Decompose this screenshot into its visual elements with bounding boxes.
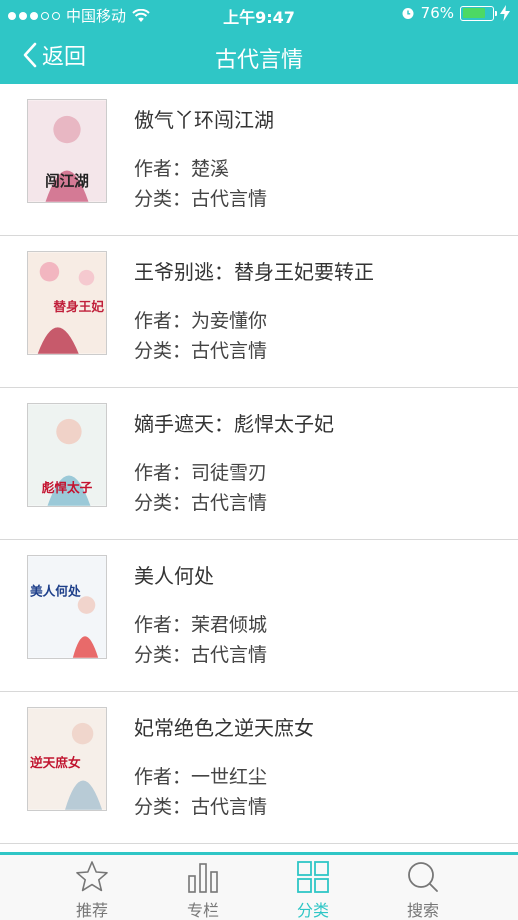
book-author: 作者：一世红尘 — [134, 766, 268, 788]
cover-lettering: 逆天庶女 — [30, 755, 81, 770]
book-list[interactable]: 闯江湖 傲气丫环闯江湖 作者：楚溪 分类：古代言情 替身王妃 王爷别逃：替身王妃… — [0, 84, 518, 852]
back-label: 返回 — [42, 45, 87, 70]
tab-label: 搜索 — [406, 901, 439, 920]
book-title: 王爷别逃：替身王妃要转正 — [134, 260, 374, 284]
book-cover[interactable]: 替身王妃 — [27, 251, 107, 355]
book-category: 分类：古代言情 — [134, 796, 268, 818]
battery-icon — [460, 5, 497, 21]
book-category: 分类：古代言情 — [134, 492, 268, 514]
battery-percent: 76% — [420, 4, 454, 22]
tab-column[interactable]: 专栏 — [158, 855, 248, 920]
tab-category[interactable]: 分类 — [268, 855, 358, 920]
search-icon — [408, 862, 438, 892]
book-title: 美人何处 — [134, 564, 214, 588]
book-cover[interactable]: 逆天庶女 — [27, 707, 107, 811]
book-category: 分类：古代言情 — [134, 188, 268, 210]
tab-label: 专栏 — [186, 901, 219, 920]
chevron-left-icon — [23, 42, 37, 68]
book-row-1[interactable]: 闯江湖 傲气丫环闯江湖 作者：楚溪 分类：古代言情 — [0, 84, 518, 236]
cover-lettering: 美人何处 — [30, 583, 81, 598]
back-button[interactable]: 返回 — [22, 38, 86, 72]
tab-search[interactable]: 搜索 — [378, 855, 468, 920]
book-cover[interactable]: 彪悍太子 — [27, 403, 107, 507]
cover-image-icon: 闯江湖 — [28, 100, 106, 202]
cover-image-icon: 彪悍太子 — [28, 404, 106, 506]
cover-image-icon: 美人何处 — [28, 556, 106, 658]
bar-chart-icon — [188, 863, 218, 893]
cover-lettering: 彪悍太子 — [42, 480, 93, 495]
cover-image-icon: 替身王妃 — [28, 252, 106, 354]
book-category: 分类：古代言情 — [134, 644, 268, 666]
book-author: 作者：楚溪 — [134, 158, 230, 180]
book-category: 分类：古代言情 — [134, 340, 268, 362]
book-title: 傲气丫环闯江湖 — [134, 108, 274, 132]
alarm-icon — [402, 8, 414, 19]
book-cover[interactable]: 美人何处 — [27, 555, 107, 659]
book-author: 作者：为妾懂你 — [134, 310, 268, 332]
book-author: 作者：司徒雪刃 — [134, 462, 268, 484]
cover-image-icon: 逆天庶女 — [28, 708, 106, 810]
tab-label: 推荐 — [75, 901, 108, 920]
battery-fill — [462, 8, 485, 18]
nav-bar: 返回 古代言情 — [0, 28, 518, 84]
tab-recommend[interactable]: 推荐 — [47, 855, 137, 920]
cover-lettering: 闯江湖 — [45, 172, 89, 190]
grid-icon — [297, 861, 329, 893]
tab-label: 分类 — [296, 901, 329, 920]
book-row-2[interactable]: 替身王妃 王爷别逃：替身王妃要转正 作者：为妾懂你 分类：古代言情 — [0, 236, 518, 388]
book-cover[interactable]: 闯江湖 — [27, 99, 107, 203]
book-title: 妃常绝色之逆天庶女 — [134, 716, 314, 740]
book-row-4[interactable]: 美人何处 美人何处 作者：茉君倾城 分类：古代言情 — [0, 540, 518, 692]
charging-icon — [500, 5, 510, 21]
star-icon — [76, 861, 108, 892]
book-title: 嫡手遮天：彪悍太子妃 — [134, 412, 334, 436]
book-author: 作者：茉君倾城 — [134, 614, 268, 636]
cover-lettering: 替身王妃 — [53, 299, 104, 314]
book-row-3[interactable]: 彪悍太子 嫡手遮天：彪悍太子妃 作者：司徒雪刃 分类：古代言情 — [0, 388, 518, 540]
tab-bar: 推荐 专栏 分类 搜索 — [0, 852, 518, 920]
status-bar: 中国移动 上午9:47 76% — [0, 0, 518, 28]
book-row-5[interactable]: 逆天庶女 妃常绝色之逆天庶女 作者：一世红尘 分类：古代言情 — [0, 692, 518, 844]
header: 中国移动 上午9:47 76% 返回 古代言情 — [0, 0, 518, 84]
status-right: 76% — [401, 4, 510, 22]
